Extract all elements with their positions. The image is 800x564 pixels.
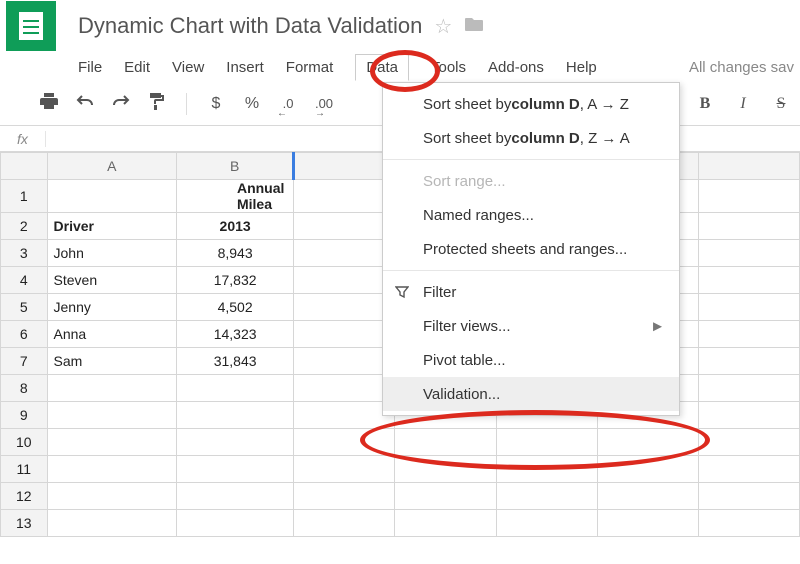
fx-icon: fx	[0, 131, 46, 147]
cell[interactable]: Steven	[47, 267, 176, 294]
row-header[interactable]: 9	[1, 402, 48, 429]
increase-decimal-button[interactable]: .00 →	[313, 95, 335, 113]
menu-tools[interactable]: Tools	[431, 59, 466, 76]
cell[interactable]: 31,843	[176, 348, 293, 375]
row-header[interactable]: 8	[1, 375, 48, 402]
menu-sort-asc[interactable]: Sort sheet by column D , A → Z	[383, 87, 679, 121]
cell[interactable]: John	[47, 240, 176, 267]
redo-icon[interactable]	[110, 94, 132, 113]
col-header[interactable]	[294, 153, 395, 180]
row-header[interactable]: 2	[1, 213, 48, 240]
row-header[interactable]: 6	[1, 321, 48, 348]
sheets-logo	[6, 1, 56, 51]
menu-help[interactable]: Help	[566, 59, 597, 76]
col-header-b[interactable]: B	[176, 153, 293, 180]
sort-desc-prefix: Sort sheet by	[423, 130, 511, 147]
menu-validation[interactable]: Validation...	[383, 377, 679, 411]
currency-button[interactable]: $	[205, 95, 227, 113]
menu-sort-desc[interactable]: Sort sheet by column D , Z → A	[383, 121, 679, 155]
cell[interactable]: 8,943	[176, 240, 293, 267]
sort-desc-col: column D	[511, 130, 579, 147]
undo-icon[interactable]	[74, 94, 96, 113]
cell[interactable]	[47, 180, 176, 213]
col-header-a[interactable]: A	[47, 153, 176, 180]
menu-insert[interactable]: Insert	[226, 59, 264, 76]
menu-pivot-table[interactable]: Pivot table...	[383, 343, 679, 377]
menu-data[interactable]: Data	[355, 54, 409, 81]
cell[interactable]: Anna	[47, 321, 176, 348]
cell[interactable]: Sam	[47, 348, 176, 375]
paint-format-icon[interactable]	[146, 92, 168, 115]
cell[interactable]: 14,323	[176, 321, 293, 348]
bold-button[interactable]: B	[694, 95, 716, 113]
row-header[interactable]: 10	[1, 429, 48, 456]
sort-asc-prefix: Sort sheet by	[423, 96, 511, 113]
menu-filter-views-label: Filter views...	[423, 318, 511, 335]
submenu-arrow-icon: ►	[650, 318, 665, 335]
row-header[interactable]: 1	[1, 180, 48, 213]
sort-asc-suffix: , A → Z	[580, 96, 629, 113]
star-icon[interactable]: ☆	[434, 14, 452, 39]
italic-button[interactable]: I	[732, 95, 754, 113]
print-icon[interactable]	[38, 93, 60, 114]
sheets-logo-icon	[19, 12, 43, 40]
title-bar: Dynamic Chart with Data Validation ☆	[0, 0, 800, 52]
row-header[interactable]: 4	[1, 267, 48, 294]
toolbar-separator	[186, 93, 187, 115]
cell[interactable]: 17,832	[176, 267, 293, 294]
menu-bar: File Edit View Insert Format Data Tools …	[0, 52, 800, 82]
save-status: All changes sav	[689, 59, 800, 76]
menu-format[interactable]: Format	[286, 59, 334, 76]
row-header[interactable]: 5	[1, 294, 48, 321]
cell[interactable]: 2013	[176, 213, 293, 240]
menu-file[interactable]: File	[78, 59, 102, 76]
decrease-decimal-button[interactable]: .0 ←	[277, 95, 299, 113]
row-header[interactable]: 13	[1, 510, 48, 537]
menu-view[interactable]: View	[172, 59, 204, 76]
menu-sort-range[interactable]: Sort range...	[383, 164, 679, 198]
menu-filter[interactable]: Filter	[383, 275, 679, 309]
sort-asc-col: column D	[511, 96, 579, 113]
select-all-cell[interactable]	[1, 153, 48, 180]
filter-icon	[395, 285, 409, 299]
cell[interactable]: Driver	[47, 213, 176, 240]
menu-addons[interactable]: Add-ons	[488, 59, 544, 76]
document-title[interactable]: Dynamic Chart with Data Validation	[78, 13, 422, 39]
percent-button[interactable]: %	[241, 95, 263, 113]
row-header[interactable]: 11	[1, 456, 48, 483]
cell[interactable]: Jenny	[47, 294, 176, 321]
cell[interactable]: 4,502	[176, 294, 293, 321]
move-to-folder-icon[interactable]	[464, 15, 484, 38]
menu-edit[interactable]: Edit	[124, 59, 150, 76]
menu-protected-ranges[interactable]: Protected sheets and ranges...	[383, 232, 679, 266]
row-header[interactable]: 3	[1, 240, 48, 267]
strikethrough-button[interactable]: S	[770, 95, 792, 113]
cell-title[interactable]: Annual Milea	[176, 180, 293, 213]
sort-desc-suffix: , Z → A	[580, 130, 630, 147]
row-header[interactable]: 12	[1, 483, 48, 510]
menu-named-ranges[interactable]: Named ranges...	[383, 198, 679, 232]
menu-filter-views[interactable]: Filter views... ►	[383, 309, 679, 343]
row-header[interactable]: 7	[1, 348, 48, 375]
col-header[interactable]	[698, 153, 799, 180]
data-dropdown-menu: Sort sheet by column D , A → Z Sort shee…	[382, 82, 680, 416]
menu-filter-label: Filter	[423, 284, 456, 301]
